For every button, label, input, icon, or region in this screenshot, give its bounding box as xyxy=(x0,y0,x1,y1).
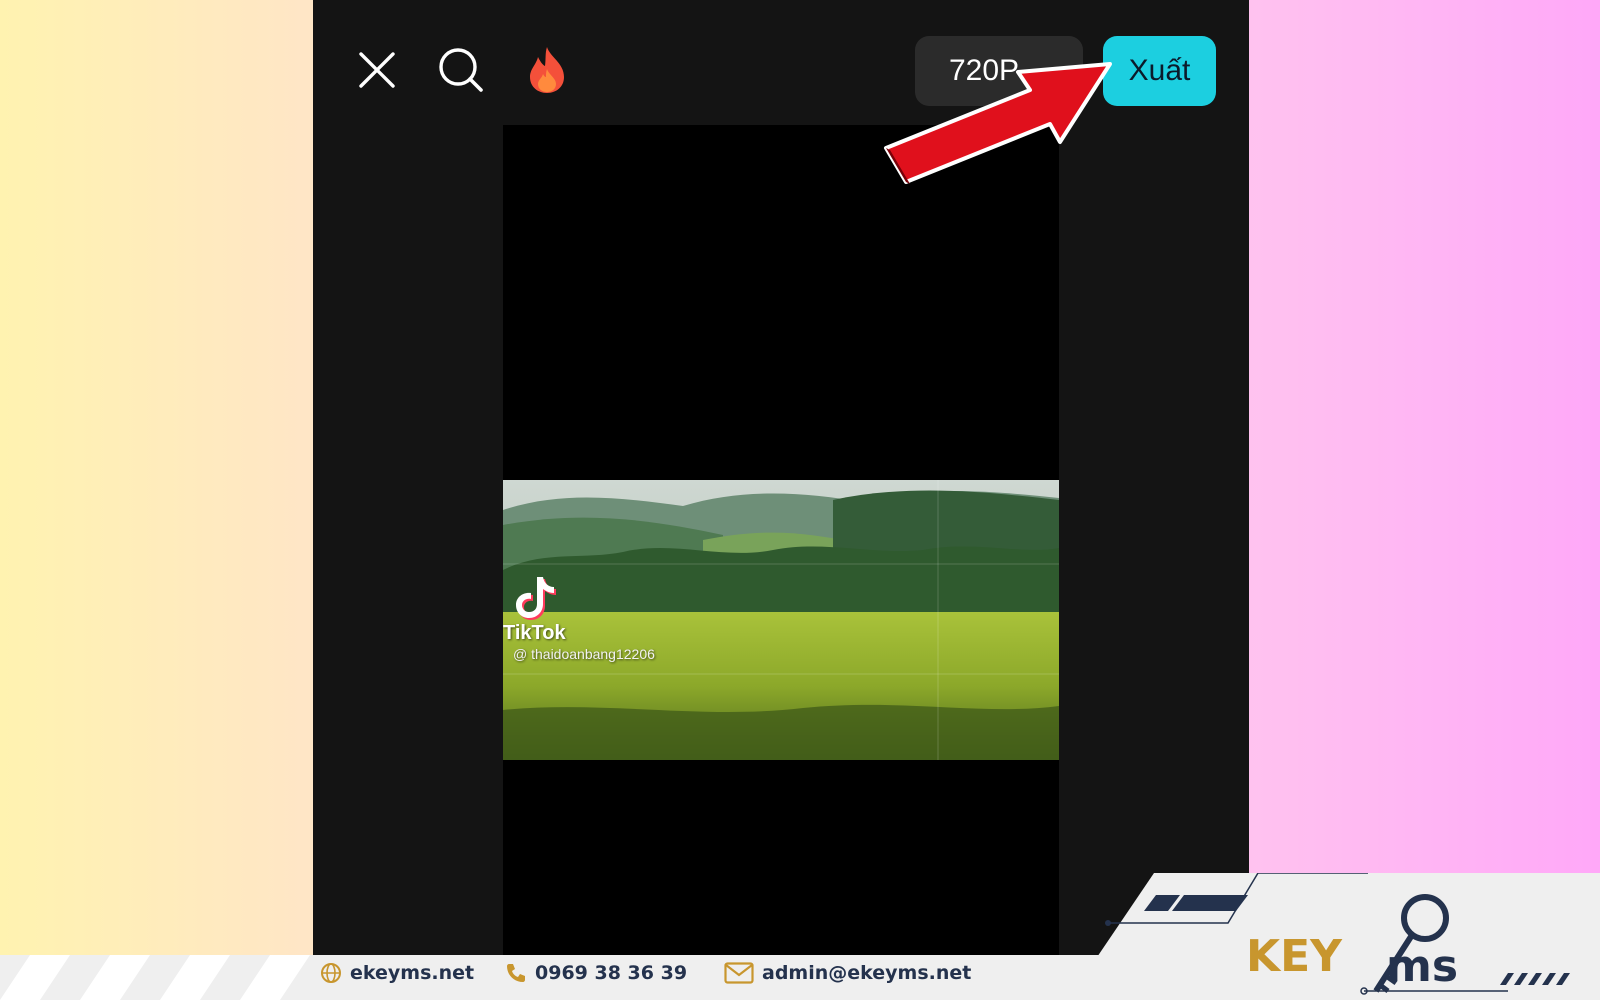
tiktok-watermark-handle: @ thaidoanbang12206 xyxy=(513,646,655,662)
search-button[interactable] xyxy=(437,46,485,94)
footer-website[interactable]: ekeyms.net xyxy=(320,962,474,984)
search-icon xyxy=(439,48,483,92)
tiktok-watermark-brand: TikTok xyxy=(503,622,566,644)
svg-text:KEY: KEY xyxy=(1246,931,1343,982)
website-text: ekeyms.net xyxy=(350,962,475,984)
video-preview-canvas[interactable]: TikTok @ thaidoanbang12206 xyxy=(503,125,1059,955)
top-toolbar: 720P Xuất xyxy=(313,0,1249,120)
close-button[interactable] xyxy=(353,46,401,94)
footer-phone[interactable]: 0969 38 36 39 xyxy=(505,962,687,984)
phone-icon xyxy=(507,964,525,982)
resolution-button[interactable]: 720P xyxy=(915,36,1083,106)
close-icon xyxy=(359,52,395,88)
keyms-logo: KEY ms xyxy=(1105,873,1570,995)
export-button[interactable]: Xuất xyxy=(1103,36,1216,106)
mail-icon xyxy=(724,962,754,984)
phone-text: 0969 38 36 39 xyxy=(535,962,688,984)
trending-button[interactable] xyxy=(523,46,571,94)
globe-icon xyxy=(321,963,341,983)
footer-stripes-decoration xyxy=(0,955,310,1000)
flame-icon xyxy=(530,47,564,93)
phone-screen: 720P Xuất TikTok @ thaidoanbang12206 xyxy=(313,0,1249,955)
tiktok-logo-icon xyxy=(516,577,556,620)
email-text: admin@ekeyms.net xyxy=(762,962,972,984)
svg-text:ms: ms xyxy=(1386,941,1458,992)
footer-email[interactable]: admin@ekeyms.net xyxy=(724,962,971,984)
video-frame: TikTok @ thaidoanbang12206 xyxy=(503,480,1059,760)
rice-field-image xyxy=(503,480,1059,760)
